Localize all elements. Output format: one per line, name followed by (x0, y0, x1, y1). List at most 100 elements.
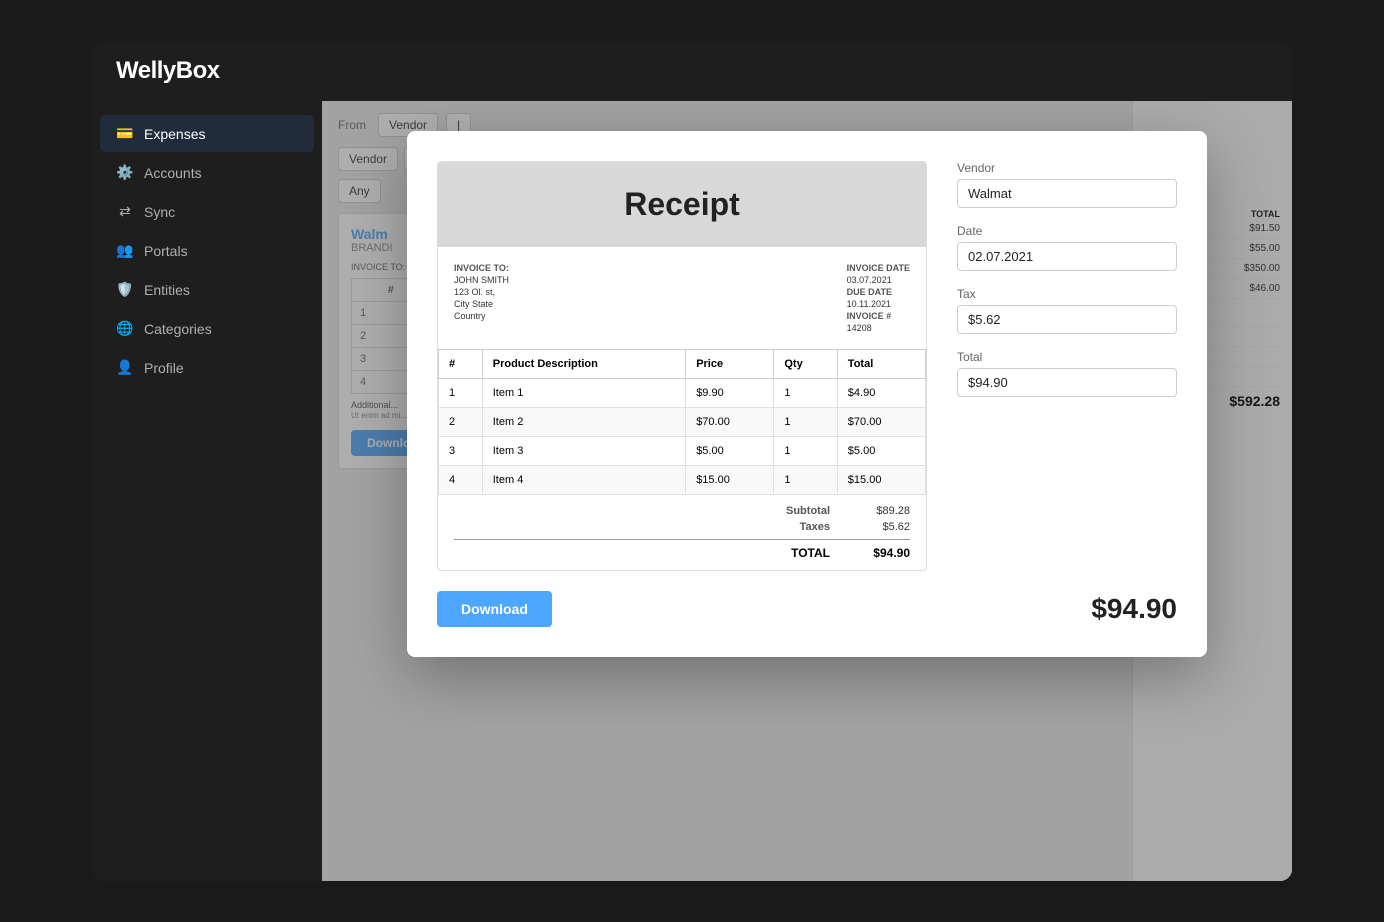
taxes-value: $5.62 (850, 521, 910, 533)
invoice-date-label: INVOICE DATE (847, 263, 910, 273)
tax-field: Tax (957, 287, 1177, 334)
modal-overlay: Receipt INVOICE TO: JOHN SMITH 123 Ol. s… (322, 101, 1292, 881)
date-field: Date (957, 224, 1177, 271)
col-total: Total (837, 350, 925, 379)
subtotal-label: Subtotal (786, 505, 830, 517)
sidebar-item-sync[interactable]: ⇄ Sync (100, 193, 314, 230)
sidebar-item-categories[interactable]: 🌐 Categories (100, 310, 314, 347)
sidebar: 💳 Expenses ⚙️ Accounts ⇄ Sync 👥 Portals … (92, 101, 322, 881)
app-logo: WellyBox (116, 57, 220, 85)
invoice-num-label: INVOICE # (847, 311, 910, 321)
date-field-label: Date (957, 224, 1177, 238)
col-qty: Qty (774, 350, 837, 379)
item-num-1: 2 (439, 408, 483, 437)
receipt-total-value: $94.90 (850, 546, 910, 560)
taxes-row: Taxes $5.62 (454, 521, 910, 533)
item-price-3: $15.00 (686, 466, 774, 495)
item-qty-1: 1 (774, 408, 837, 437)
col-desc: Product Description (482, 350, 685, 379)
due-date-value: 10.11.2021 (847, 299, 910, 309)
item-total-2: $5.00 (837, 437, 925, 466)
taxes-label: Taxes (800, 521, 830, 533)
tax-input[interactable] (957, 305, 1177, 334)
total-field-label: Total (957, 350, 1177, 364)
item-desc-3: Item 4 (482, 466, 685, 495)
receipt-subtotals: Subtotal $89.28 Taxes $5.62 TOTAL (438, 495, 926, 570)
item-desc-0: Item 1 (482, 379, 685, 408)
total-field: Total (957, 350, 1177, 397)
invoice-date-value: 03.07.2021 (847, 275, 910, 285)
item-price-1: $70.00 (686, 408, 774, 437)
item-price-0: $9.90 (686, 379, 774, 408)
subtotal-row: Subtotal $89.28 (454, 505, 910, 517)
main-content: From Vendor | Vendor Any Walm BRANDI (322, 101, 1292, 881)
item-price-2: $5.00 (686, 437, 774, 466)
item-total-0: $4.90 (837, 379, 925, 408)
subtotal-value: $89.28 (850, 505, 910, 517)
item-num-2: 3 (439, 437, 483, 466)
receipt-document: Receipt INVOICE TO: JOHN SMITH 123 Ol. s… (437, 161, 927, 571)
sidebar-item-profile[interactable]: 👤 Profile (100, 349, 314, 386)
item-desc-1: Item 2 (482, 408, 685, 437)
receipt-modal: Receipt INVOICE TO: JOHN SMITH 123 Ol. s… (407, 131, 1207, 657)
receipt-item-row: 2 Item 2 $70.00 1 $70.00 (439, 408, 926, 437)
item-total-3: $15.00 (837, 466, 925, 495)
receipt-title: Receipt (624, 186, 740, 223)
sidebar-label-sync: Sync (144, 204, 175, 220)
download-button[interactable]: Download (437, 591, 552, 627)
sidebar-label-accounts: Accounts (144, 165, 202, 181)
item-qty-2: 1 (774, 437, 837, 466)
sidebar-label-expenses: Expenses (144, 126, 205, 142)
invoice-to-label: INVOICE TO: (454, 263, 509, 273)
sidebar-item-expenses[interactable]: 💳 Expenses (100, 115, 314, 152)
item-qty-0: 1 (774, 379, 837, 408)
vendor-field: Vendor (957, 161, 1177, 208)
col-num: # (439, 350, 483, 379)
receipt-header-area: Receipt (438, 162, 926, 247)
total-row: TOTAL $94.90 (454, 546, 910, 560)
receipt-items-table: # Product Description Price Qty Total 1 (438, 349, 926, 495)
receipt-item-row: 3 Item 3 $5.00 1 $5.00 (439, 437, 926, 466)
receipt-meta: INVOICE TO: JOHN SMITH 123 Ol. st, City … (438, 247, 926, 349)
col-price: Price (686, 350, 774, 379)
receipt-doc-area: Receipt INVOICE TO: JOHN SMITH 123 Ol. s… (437, 161, 1177, 571)
receipt-total-label: TOTAL (791, 546, 830, 560)
entities-icon: 🛡️ (116, 281, 134, 298)
expenses-icon: 💳 (116, 125, 134, 142)
item-num-3: 4 (439, 466, 483, 495)
receipt-form: Vendor Date Tax (957, 161, 1177, 571)
receipt-item-row: 4 Item 4 $15.00 1 $15.00 (439, 466, 926, 495)
tax-field-label: Tax (957, 287, 1177, 301)
app-header: WellyBox (92, 41, 1292, 101)
item-qty-3: 1 (774, 466, 837, 495)
sync-icon: ⇄ (116, 203, 134, 220)
sidebar-item-accounts[interactable]: ⚙️ Accounts (100, 154, 314, 191)
invoice-to-country: Country (454, 311, 509, 321)
invoice-num-value: 14208 (847, 323, 910, 333)
receipt-meta-right: INVOICE DATE 03.07.2021 DUE DATE 10.11.2… (847, 263, 910, 333)
invoice-to-address: 123 Ol. st, (454, 287, 509, 297)
sidebar-label-entities: Entities (144, 282, 190, 298)
vendor-input[interactable] (957, 179, 1177, 208)
due-date-label: DUE DATE (847, 287, 910, 297)
portals-icon: 👥 (116, 242, 134, 259)
sidebar-label-portals: Portals (144, 243, 188, 259)
sidebar-item-portals[interactable]: 👥 Portals (100, 232, 314, 269)
item-desc-2: Item 3 (482, 437, 685, 466)
total-display: $94.90 (1091, 593, 1177, 625)
sidebar-item-entities[interactable]: 🛡️ Entities (100, 271, 314, 308)
total-input[interactable] (957, 368, 1177, 397)
invoice-to-name: JOHN SMITH (454, 275, 509, 285)
item-num-0: 1 (439, 379, 483, 408)
profile-icon: 👤 (116, 359, 134, 376)
receipt-meta-left: INVOICE TO: JOHN SMITH 123 Ol. st, City … (454, 263, 509, 333)
app-window: WellyBox 💳 Expenses ⚙️ Accounts ⇄ Sync 👥… (92, 41, 1292, 881)
sidebar-label-profile: Profile (144, 360, 184, 376)
total-divider (454, 539, 910, 540)
categories-icon: 🌐 (116, 320, 134, 337)
receipt-item-row: 1 Item 1 $9.90 1 $4.90 (439, 379, 926, 408)
date-input[interactable] (957, 242, 1177, 271)
vendor-field-label: Vendor (957, 161, 1177, 175)
sidebar-label-categories: Categories (144, 321, 212, 337)
modal-footer: Download $94.90 (437, 591, 1177, 627)
